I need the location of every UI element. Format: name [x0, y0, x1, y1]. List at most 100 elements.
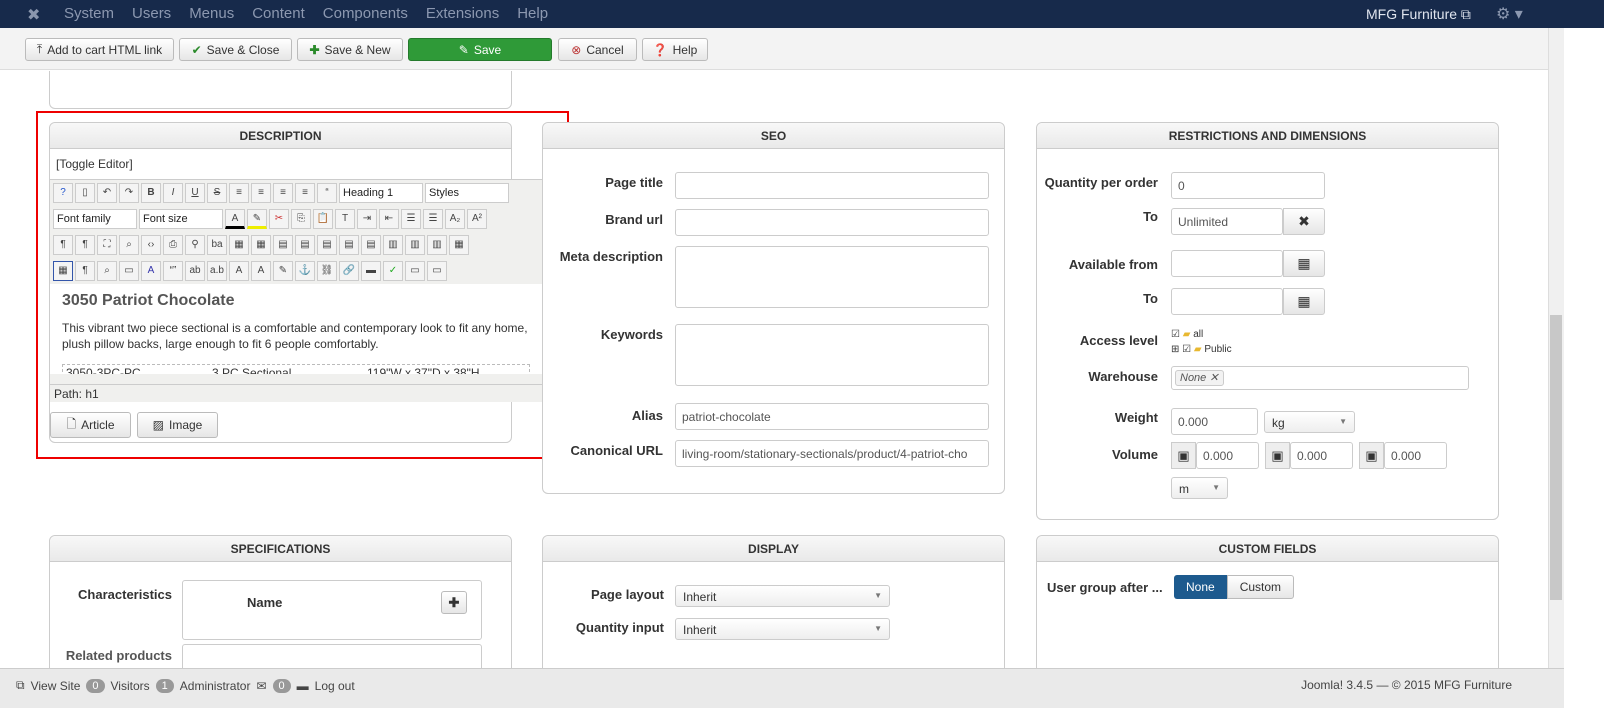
cube-icon: ▣	[1171, 442, 1196, 469]
available-from-label: Available from	[1068, 257, 1158, 272]
volume-height-input[interactable]: 0.000	[1384, 442, 1447, 469]
quantity-input-label: Quantity input	[575, 620, 664, 635]
external-link-icon: ⧉	[16, 678, 25, 692]
question-icon: ❓	[652, 42, 668, 57]
main-content: DESCRIPTION [Toggle Editor] ? ▯ ↶ ↷ BIUS ≡ ≡…	[0, 71, 1548, 668]
menu-help[interactable]: Help	[517, 5, 548, 22]
volume-inputs: ▣ 0.000 ▣ 0.000 ▣ 0.000	[1171, 442, 1447, 469]
add-to-cart-html-link-button[interactable]: ⤒ Add to cart HTML link	[25, 38, 174, 61]
help-button[interactable]: ❓ Help	[642, 38, 708, 61]
logout-link[interactable]: Log out	[315, 679, 355, 693]
available-from-input[interactable]	[1171, 250, 1283, 277]
save-button[interactable]: ✎ Save	[408, 38, 552, 61]
name-header: Name	[247, 595, 283, 610]
canonical-url-input[interactable]: living-room/stationary-sectionals/produc…	[675, 440, 989, 467]
keywords-textarea[interactable]	[675, 324, 989, 386]
add-characteristic-button[interactable]: ✚	[441, 591, 467, 614]
page-layout-select[interactable]: Inherit	[675, 585, 890, 607]
quantity-max-input[interactable]: Unlimited	[1171, 208, 1283, 235]
quantity-input-select[interactable]: Inherit	[675, 618, 890, 640]
page-layout-label: Page layout	[591, 587, 664, 602]
view-site-link[interactable]: View Site	[31, 679, 81, 693]
panel-title: CUSTOM FIELDS	[1037, 536, 1498, 562]
site-link[interactable]: MFG Furniture ⧉	[1366, 6, 1471, 23]
canonical-url-label: Canonical URL	[570, 443, 663, 458]
warehouse-tag[interactable]: None ✕	[1175, 370, 1224, 386]
access-level-label: Access level	[1079, 333, 1158, 348]
volume-label: Volume	[1112, 447, 1158, 462]
administrator-label[interactable]: Administrator	[180, 679, 251, 693]
quantity-per-order-input[interactable]: 0	[1171, 172, 1325, 199]
admin-badge: 1	[155, 678, 174, 693]
cancel-icon: ⊗	[571, 42, 582, 57]
brand-url-input[interactable]	[675, 209, 989, 236]
cube-icon: ▣	[1265, 442, 1290, 469]
related-products-label: Related products	[65, 648, 172, 663]
minus-icon: ▬	[296, 678, 309, 693]
menu-menus[interactable]: Menus	[189, 5, 234, 22]
clear-button[interactable]: ✖	[1283, 208, 1325, 235]
status-bar: ⧉ View Site 0 Visitors 1 Administrator ✉…	[0, 668, 1564, 708]
seo-panel: SEO Page title Brand url Meta descriptio…	[542, 122, 1005, 494]
check-icon: ✔	[191, 42, 202, 57]
folder-icon: ▰	[1193, 344, 1202, 355]
folder-icon: ▰	[1182, 329, 1191, 340]
volume-width: ▣ 0.000	[1265, 442, 1353, 469]
panel-title: DISPLAY	[543, 536, 1004, 562]
volume-width-input[interactable]: 0.000	[1290, 442, 1353, 469]
volume-unit-select[interactable]: m	[1171, 477, 1228, 499]
envelope-icon: ✉	[256, 678, 267, 693]
menu-components[interactable]: Components	[323, 5, 408, 22]
previous-panel	[49, 71, 512, 109]
cancel-button[interactable]: ⊗ Cancel	[558, 38, 637, 61]
access-all[interactable]: ☑ ▰ all	[1171, 329, 1232, 340]
to-label: To	[1143, 209, 1158, 224]
brand-url-label: Brand url	[605, 212, 663, 227]
calendar-icon: ▦	[1297, 255, 1311, 271]
messages-badge[interactable]: 0	[272, 678, 291, 693]
plus-icon: ✚	[309, 42, 320, 57]
volume-length: ▣ 0.000	[1171, 442, 1259, 469]
save-close-button[interactable]: ✔ Save & Close	[179, 38, 292, 61]
restrictions-panel: RESTRICTIONS AND DIMENSIONS Quantity per…	[1036, 122, 1499, 520]
menu-content[interactable]: Content	[252, 5, 305, 22]
user-group-toggle: None Custom	[1174, 575, 1295, 599]
specifications-panel: SPECIFICATIONS Characteristics Name ✚ Re…	[49, 535, 512, 668]
available-to-label: To	[1143, 291, 1158, 306]
panel-title: SPECIFICATIONS	[50, 536, 511, 562]
panel-title: SEO	[543, 123, 1004, 149]
characteristics-box: Name ✚	[182, 580, 482, 640]
weight-label: Weight	[1114, 410, 1158, 425]
menu-extensions[interactable]: Extensions	[426, 5, 499, 22]
close-icon: ✖	[1298, 213, 1310, 229]
available-to-input[interactable]	[1171, 288, 1283, 315]
weight-input[interactable]: 0.000	[1171, 408, 1258, 435]
warehouse-select[interactable]: None ✕	[1171, 366, 1469, 390]
scrollbar-thumb[interactable]	[1550, 315, 1562, 600]
joomla-logo-icon[interactable]: ✖	[27, 5, 40, 25]
access-tree: ☑ ▰ all ⊞ ☑ ▰ Public	[1171, 329, 1232, 355]
alias-input[interactable]: patriot-chocolate	[675, 403, 989, 430]
meta-description-textarea[interactable]	[675, 246, 989, 308]
calendar-button[interactable]: ▦	[1283, 288, 1325, 315]
none-option[interactable]: None	[1174, 575, 1227, 599]
weight-unit-select[interactable]: kg	[1264, 411, 1355, 433]
save-new-button[interactable]: ✚ Save & New	[297, 38, 403, 61]
page-title-input[interactable]	[675, 172, 989, 199]
custom-option[interactable]: Custom	[1226, 575, 1295, 599]
upload-icon: ⤒	[36, 42, 43, 56]
visitors-label[interactable]: Visitors	[111, 679, 150, 693]
volume-length-input[interactable]: 0.000	[1196, 442, 1259, 469]
related-products-input[interactable]	[182, 644, 482, 668]
toolbar: ⤒ Add to cart HTML link ✔ Save & Close ✚ Sa…	[0, 28, 1548, 70]
main-menu: System Users Menus Content Components Ex…	[64, 5, 548, 22]
calendar-button[interactable]: ▦	[1283, 250, 1325, 277]
edit-icon: ✎	[458, 42, 469, 57]
access-public[interactable]: ⊞ ☑ ▰ Public	[1171, 344, 1232, 355]
top-navbar: ✖ System Users Menus Content Components …	[0, 0, 1604, 28]
plus-icon: ✚	[448, 595, 460, 610]
menu-users[interactable]: Users	[132, 5, 171, 22]
gear-icon[interactable]: ⚙ ▾	[1496, 4, 1523, 24]
menu-system[interactable]: System	[64, 5, 114, 22]
page-title-label: Page title	[605, 175, 663, 190]
